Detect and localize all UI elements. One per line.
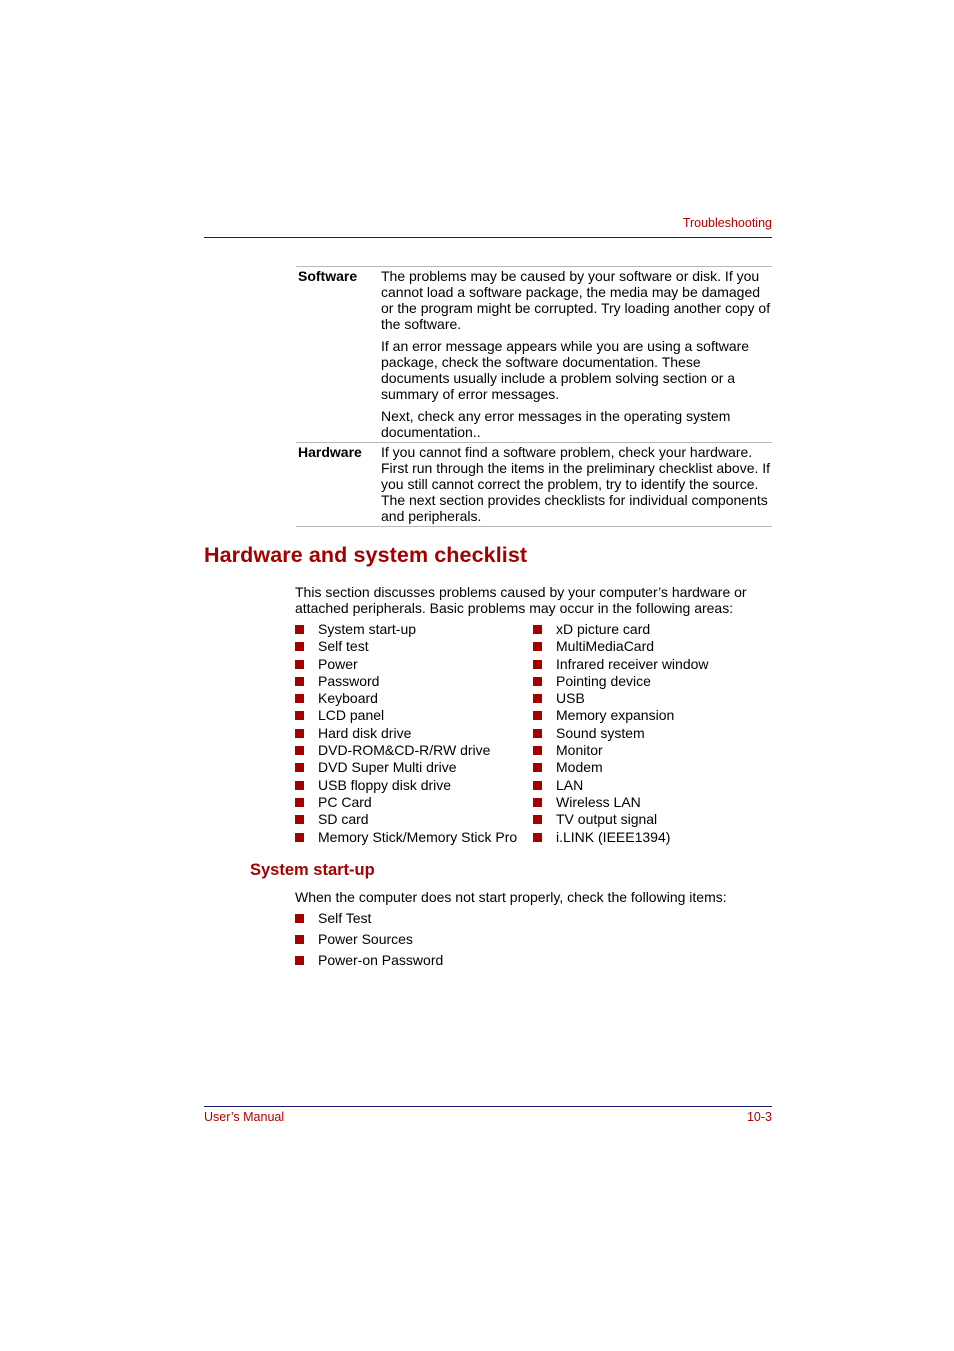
- square-bullet-icon: [295, 797, 304, 807]
- running-header: Troubleshooting: [682, 216, 772, 230]
- paragraph: The problems may be caused by your softw…: [381, 268, 771, 332]
- square-bullet-icon: [295, 832, 304, 842]
- list-item-text: MultiMediaCard: [556, 638, 655, 655]
- list-item-text: xD picture card: [556, 621, 651, 637]
- list-item-text: USB floppy disk drive: [318, 776, 452, 793]
- footer-manual-title: User’s Manual: [204, 1110, 285, 1124]
- list-item-text: Pointing device: [556, 672, 651, 689]
- square-bullet-icon: [533, 676, 542, 686]
- square-bullet-icon: [533, 642, 542, 652]
- list-item-text: USB: [556, 690, 585, 707]
- square-bullet-icon: [533, 763, 542, 773]
- square-bullet-icon: [295, 676, 304, 686]
- list-item-text: System start-up: [318, 621, 417, 637]
- list-item-text: Password: [318, 672, 380, 689]
- square-bullet-icon: [295, 815, 304, 825]
- square-bullet-icon: [295, 659, 304, 669]
- square-bullet-icon: [533, 659, 542, 669]
- square-bullet-icon: [295, 935, 304, 944]
- row-body: If you cannot find a software problem, c…: [381, 443, 772, 524]
- paragraph: If an error message appears while you ar…: [381, 338, 750, 402]
- square-bullet-icon: [295, 956, 304, 965]
- square-bullet-icon: [295, 746, 304, 756]
- square-bullet-icon: [295, 763, 304, 773]
- header-rule: [204, 237, 772, 238]
- square-bullet-icon: [533, 694, 542, 704]
- list-item-text: Self Test: [318, 910, 372, 926]
- square-bullet-icon: [533, 780, 542, 790]
- list-item-text: Power-on Password: [318, 952, 444, 968]
- list-item-text: Power Sources: [318, 931, 413, 947]
- square-bullet-icon: [533, 728, 542, 738]
- table-row-hardware: Hardware If you cannot find a software p…: [296, 442, 772, 527]
- startup-checklist: Self Test Power Sources Power-on Password: [295, 910, 775, 973]
- list-item-text: Modem: [556, 759, 603, 776]
- list-item: Power Sources: [295, 931, 775, 952]
- square-bullet-icon: [533, 797, 542, 807]
- subsection-intro: When the computer does not start properl…: [295, 889, 727, 905]
- list-item-text: Hard disk drive: [318, 724, 412, 741]
- row-label: Software: [298, 268, 358, 284]
- list-item: Self Test: [295, 910, 775, 931]
- list-item-text: SD card: [318, 811, 369, 828]
- list-item: Power-on Password: [295, 952, 775, 973]
- list-item-text: Self test: [318, 638, 369, 655]
- paragraph: Next, check any error messages in the op…: [381, 408, 731, 440]
- square-bullet-icon: [295, 914, 304, 923]
- section-heading: Hardware and system checklist: [204, 543, 528, 567]
- square-bullet-icon: [295, 780, 304, 790]
- troubleshooting-table: Software The problems may be caused by y…: [296, 266, 772, 527]
- list-item-text: Power: [318, 655, 358, 672]
- row-body: The problems may be caused by your softw…: [381, 267, 772, 440]
- subsection-heading: System start-up: [250, 861, 375, 879]
- table-row-software: Software The problems may be caused by y…: [296, 266, 772, 442]
- list-item-text: Sound system: [556, 724, 645, 741]
- list-item-text: DVD Super Multi drive: [318, 759, 457, 776]
- square-bullet-icon: [295, 642, 304, 652]
- square-bullet-icon: [295, 694, 304, 704]
- list-item-text: Wireless LAN: [556, 793, 641, 810]
- paragraph: If you cannot find a software problem, c…: [381, 444, 771, 524]
- row-label: Hardware: [298, 444, 362, 460]
- square-bullet-icon: [533, 711, 542, 721]
- square-bullet-icon: [533, 625, 542, 634]
- list-item-text: Memory Stick/Memory Stick Pro: [318, 828, 518, 845]
- square-bullet-icon: [295, 625, 304, 634]
- square-bullet-icon: [295, 728, 304, 738]
- list-item-text: Monitor: [556, 742, 603, 759]
- list-item-text: LAN: [556, 776, 584, 793]
- square-bullet-icon: [533, 815, 542, 825]
- list-item-text: LCD panel: [318, 707, 385, 724]
- footer-rule: [204, 1106, 772, 1107]
- intro-text: This section discusses problems caused b…: [295, 584, 747, 616]
- section-intro: This section discusses problems caused b…: [295, 584, 775, 616]
- list-item-text: Keyboard: [318, 690, 378, 707]
- list-item-text: DVD-ROM&CD-R/RW drive: [318, 742, 491, 759]
- square-bullet-icon: [533, 746, 542, 756]
- square-bullet-icon: [295, 711, 304, 721]
- list-item-text: TV output signal: [556, 811, 658, 828]
- list-item-text: i.LINK (IEEE1394): [556, 828, 671, 845]
- list-item-text: Memory expansion: [556, 707, 675, 724]
- square-bullet-icon: [533, 832, 542, 842]
- list-item-text: PC Card: [318, 793, 372, 810]
- list-item-text: Infrared receiver window: [556, 655, 709, 672]
- page-number: 10-3: [746, 1110, 772, 1124]
